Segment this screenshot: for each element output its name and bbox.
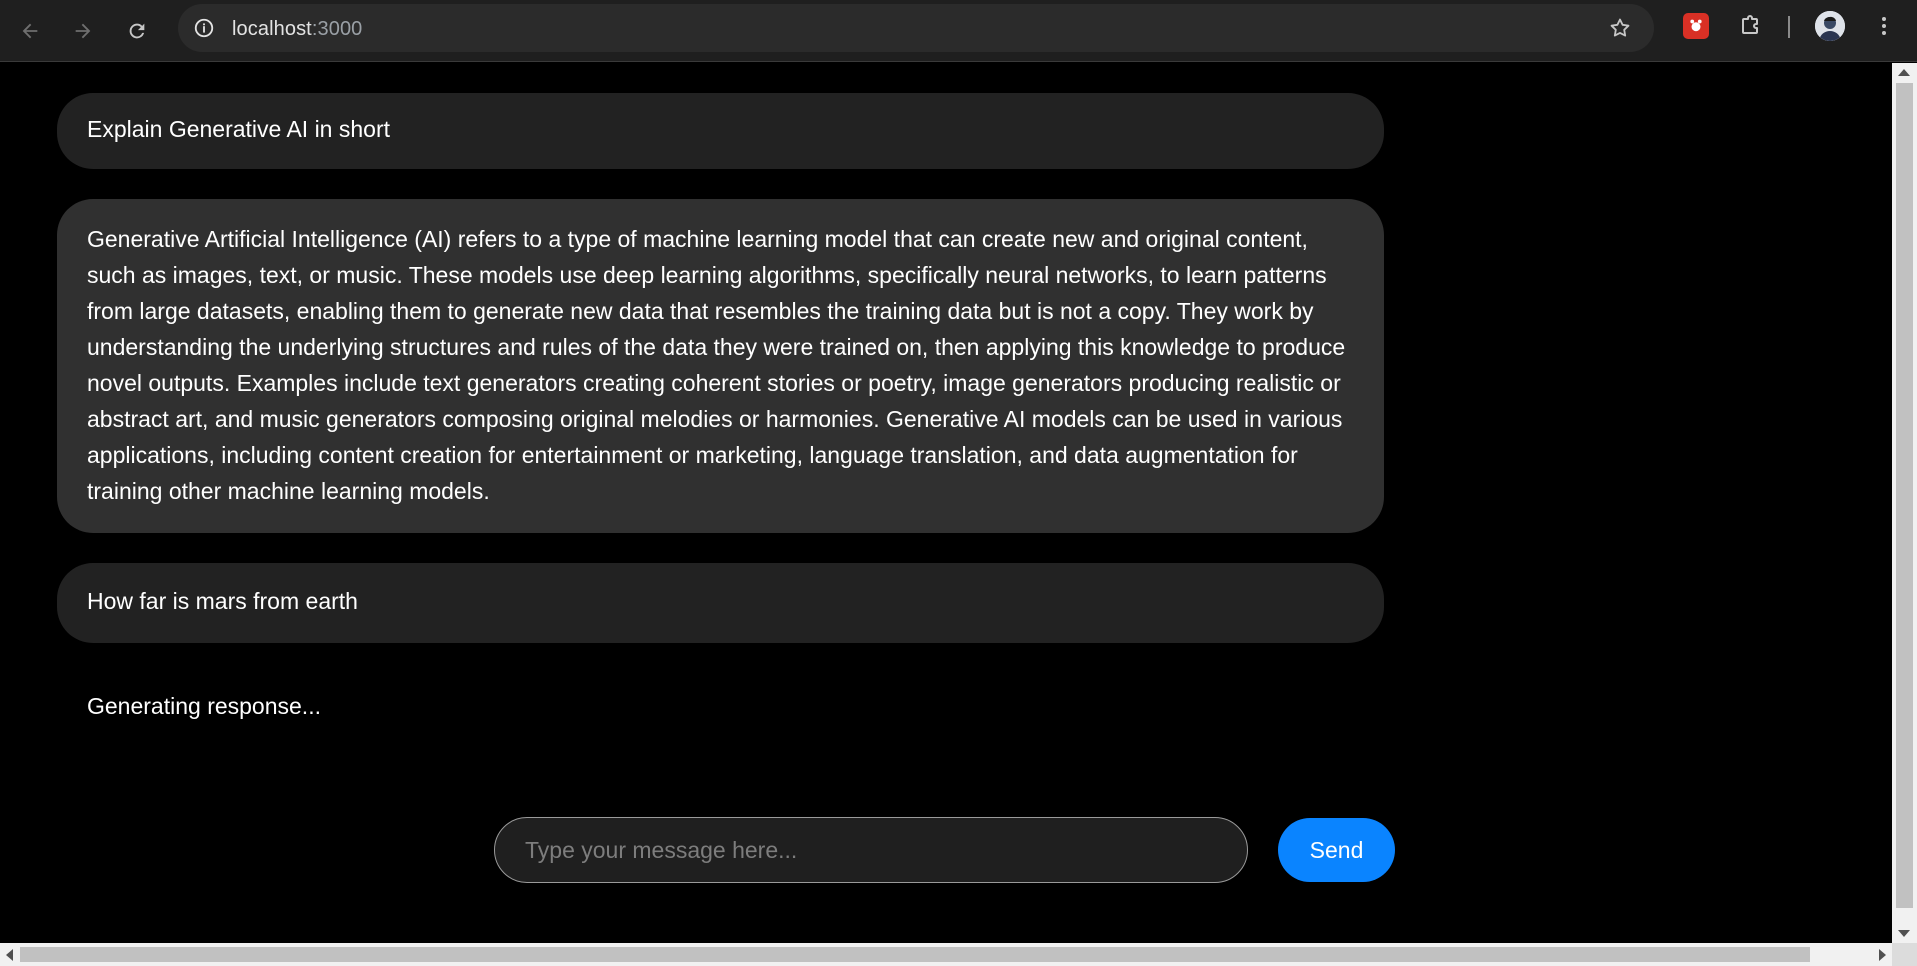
bookmark-button[interactable] bbox=[1608, 16, 1632, 45]
horizontal-scrollbar[interactable] bbox=[0, 943, 1892, 966]
address-bar[interactable]: localhost:3000 bbox=[178, 4, 1654, 52]
star-icon bbox=[1610, 18, 1630, 37]
scroll-up-icon[interactable] bbox=[1898, 69, 1910, 76]
send-button[interactable]: Send bbox=[1278, 818, 1395, 882]
user-message: How far is mars from earth bbox=[57, 563, 1384, 643]
kebab-menu-icon bbox=[1882, 17, 1886, 35]
vertical-scrollbar[interactable] bbox=[1892, 63, 1917, 943]
back-button[interactable] bbox=[8, 9, 52, 53]
message-input-container bbox=[494, 817, 1248, 883]
site-info-button[interactable] bbox=[190, 14, 218, 42]
message-text: Generative Artificial Intelligence (AI) … bbox=[87, 226, 1346, 504]
horizontal-scroll-thumb[interactable] bbox=[20, 947, 1810, 962]
puzzle-icon bbox=[1742, 15, 1758, 34]
assistant-message: Generative Artificial Intelligence (AI) … bbox=[57, 199, 1384, 533]
scrollbar-corner bbox=[1892, 943, 1917, 966]
generating-status: Generating response... bbox=[87, 693, 321, 719]
info-icon bbox=[194, 18, 214, 38]
arrow-right-icon bbox=[75, 23, 91, 39]
scroll-down-icon[interactable] bbox=[1898, 930, 1910, 937]
browser-menu-button[interactable] bbox=[1870, 12, 1898, 40]
message-input[interactable] bbox=[495, 818, 1247, 882]
browser-toolbar: localhost:3000 bbox=[0, 0, 1917, 62]
arrow-left-icon bbox=[22, 23, 38, 39]
url-text[interactable]: localhost:3000 bbox=[232, 18, 362, 41]
user-message: Explain Generative AI in short bbox=[57, 93, 1384, 169]
reload-button[interactable] bbox=[115, 9, 159, 53]
extension-icon[interactable] bbox=[1683, 13, 1709, 39]
scroll-right-icon[interactable] bbox=[1879, 949, 1886, 961]
avatar[interactable] bbox=[1815, 11, 1845, 41]
vertical-scroll-thumb[interactable] bbox=[1896, 83, 1913, 908]
message-text: How far is mars from earth bbox=[87, 588, 358, 614]
scroll-left-icon[interactable] bbox=[6, 949, 13, 961]
reload-icon bbox=[129, 23, 145, 39]
forward-button[interactable] bbox=[61, 9, 105, 53]
toolbar-divider bbox=[1788, 16, 1790, 38]
message-text: Explain Generative AI in short bbox=[87, 116, 390, 142]
url-host: localhost bbox=[232, 18, 312, 40]
chat-page: Explain Generative AI in short Generativ… bbox=[0, 63, 1892, 943]
url-port: :3000 bbox=[311, 18, 363, 40]
extensions-menu-button[interactable] bbox=[1736, 12, 1764, 40]
